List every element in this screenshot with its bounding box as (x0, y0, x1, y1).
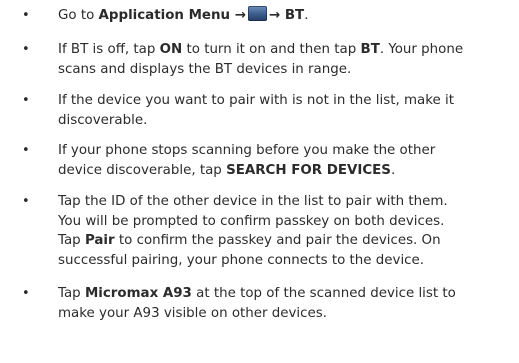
text-run: at the top of the scanned device list to (191, 286, 456, 301)
text-run: If BT is off, tap (58, 42, 160, 57)
text-line: If the device you want to pair with is n… (58, 91, 514, 111)
text-run: Tap (58, 233, 85, 249)
text-line: successful pairing, your phone connects … (58, 251, 514, 271)
text-run: Tap the ID of the other device in the li… (58, 194, 448, 209)
bold-term: → BT (268, 8, 305, 23)
list-item-text: If the device you want to pair with is n… (58, 91, 514, 130)
bullet (22, 141, 28, 161)
text-run: device discoverable, tap (58, 162, 227, 178)
list-item-text: If your phone stops scanning before you … (58, 141, 514, 180)
text-line: Tap Pair to confirm the passkey and pair… (58, 231, 514, 251)
list-item-text: Tap Micromax A93 at the top of the scann… (58, 284, 514, 323)
text-line: If BT is off, tap ON to turn it on and t… (58, 40, 514, 60)
list-item-text: Go to Application Menu → → BT. (58, 6, 514, 26)
text-line: You will be prompted to confirm passkey … (58, 212, 514, 232)
text-run: . (304, 8, 309, 23)
bullet (22, 284, 28, 304)
bold-term: ON (159, 42, 183, 57)
text-run: Go to (58, 8, 99, 23)
bold-term: Pair (84, 233, 115, 249)
text-line: Tap the ID of the other device in the li… (58, 192, 514, 212)
text-run: discoverable. (58, 112, 148, 128)
text-run: to confirm the passkey and pair the devi… (114, 233, 441, 249)
bold-term: BT (360, 42, 380, 57)
text-line: discoverable. (58, 111, 514, 131)
text-run: If your phone stops scanning before you … (58, 143, 436, 158)
text-run: If the device you want to pair with is n… (58, 93, 454, 108)
text-run: . (390, 162, 396, 178)
bullet (22, 192, 28, 212)
text-run: Tap (58, 286, 85, 301)
text-run: successful pairing, your phone connects … (58, 252, 425, 268)
text-line: Tap Micromax A93 at the top of the scann… (58, 284, 514, 304)
bullet (22, 91, 28, 111)
bullet (22, 6, 28, 26)
list-item-text: If BT is off, tap ON to turn it on and t… (58, 40, 514, 79)
application-menu-icon (247, 6, 267, 21)
text-line: device discoverable, tap SEARCH FOR DEVI… (58, 161, 514, 181)
text-line: If your phone stops scanning before you … (58, 141, 514, 161)
bold-term: Application Menu → (98, 8, 246, 23)
text-line: make your A93 visible on other devices. (58, 304, 514, 324)
list-item-text: Tap the ID of the other device in the li… (58, 192, 514, 270)
text-run: . Your phone (379, 42, 464, 57)
text-run: to turn it on and then tap (182, 42, 361, 57)
text-run: You will be prompted to confirm passkey … (58, 213, 445, 229)
text-run: make your A93 visible on other devices. (58, 305, 327, 321)
text-line: Go to Application Menu → → BT. (58, 6, 514, 26)
bold-term: SEARCH FOR DEVICES (226, 162, 391, 178)
text-line: scans and displays the BT devices in ran… (58, 60, 514, 80)
bullet (22, 40, 28, 60)
text-run: scans and displays the BT devices in ran… (58, 61, 352, 77)
bold-term: Micromax A93 (84, 286, 192, 301)
